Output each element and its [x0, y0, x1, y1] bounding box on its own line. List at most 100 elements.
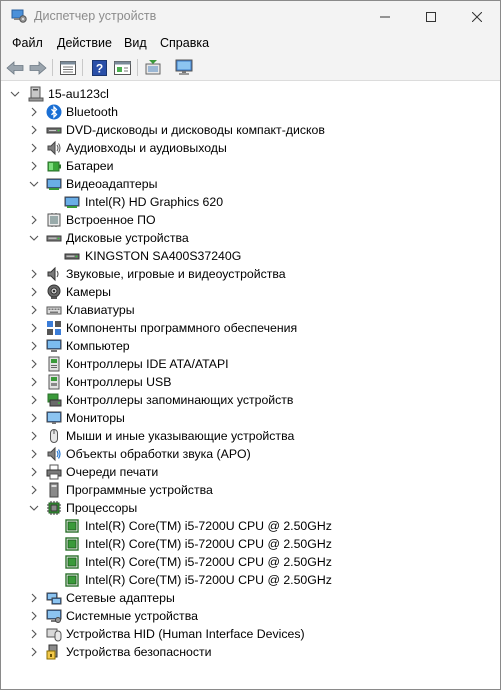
tree-category-4[interactable]: Видеоадаптеры — [1, 175, 500, 193]
minimize-icon — [380, 16, 390, 17]
category-label: Видеоадаптеры — [66, 177, 158, 191]
back-button[interactable] — [5, 58, 25, 77]
chevron-right-icon[interactable] — [28, 124, 40, 136]
tree-category-16[interactable]: Мыши и иные указывающие устройства — [1, 427, 500, 445]
tree-category-19[interactable]: Программные устройства — [1, 481, 500, 499]
tree-category-7[interactable]: Звуковые, игровые и видеоустройства — [1, 265, 500, 283]
display-adapter-device[interactable]: Intel(R) HD Graphics 620 — [1, 193, 500, 211]
forward-button[interactable] — [28, 58, 48, 77]
menu-action[interactable]: Действие — [57, 36, 112, 50]
maximize-button[interactable] — [408, 1, 454, 32]
chevron-right-icon[interactable] — [28, 358, 40, 370]
tree-category-20[interactable]: Процессоры — [1, 499, 500, 517]
chevron-down-icon[interactable] — [28, 502, 40, 514]
tree-category-24[interactable]: Устройства безопасности — [1, 643, 500, 661]
tree-category-21[interactable]: Сетевые адаптеры — [1, 589, 500, 607]
category-label: Аудиовходы и аудиовыходы — [66, 141, 227, 155]
tree-category-14[interactable]: Контроллеры запоминающих устройств — [1, 391, 500, 409]
tree-category-22[interactable]: Системные устройства — [1, 607, 500, 625]
view-panel-button[interactable] — [112, 58, 132, 77]
storage-controller-icon — [47, 393, 62, 407]
help-button[interactable]: ? — [89, 58, 109, 77]
chevron-down-icon[interactable] — [9, 88, 21, 100]
tree-category-2[interactable]: Аудиовходы и аудиовыходы — [1, 139, 500, 157]
tree-category-18[interactable]: Очереди печати — [1, 463, 500, 481]
tree-category-17[interactable]: Объекты обработки звука (APO) — [1, 445, 500, 463]
chevron-right-icon[interactable] — [28, 592, 40, 604]
toolbar: ? — [1, 54, 500, 81]
chevron-right-icon[interactable] — [28, 304, 40, 316]
chevron-down-icon[interactable] — [28, 178, 40, 190]
tree-root[interactable]: 15-au123cl — [1, 85, 500, 103]
category-label: Дисковые устройства — [66, 231, 189, 245]
tree-category-10[interactable]: Компоненты программного обеспечения — [1, 319, 500, 337]
category-label: Контроллеры IDE ATA/ATAPI — [66, 357, 229, 371]
tree-category-15[interactable]: Мониторы — [1, 409, 500, 427]
processor-icon — [47, 501, 61, 515]
tree-category-6[interactable]: Дисковые устройства — [1, 229, 500, 247]
network-adapter-icon — [46, 592, 62, 605]
tree-category-13[interactable]: Контроллеры USB — [1, 373, 500, 391]
chevron-right-icon[interactable] — [28, 430, 40, 442]
chevron-right-icon[interactable] — [28, 268, 40, 280]
chevron-right-icon[interactable] — [28, 646, 40, 658]
chevron-right-icon[interactable] — [28, 376, 40, 388]
arrow-left-icon — [6, 60, 24, 75]
processor-device[interactable]: Intel(R) Core(TM) i5-7200U CPU @ 2.50GHz — [1, 553, 500, 571]
processor-device[interactable]: Intel(R) Core(TM) i5-7200U CPU @ 2.50GHz — [1, 571, 500, 589]
properties-list-icon — [60, 60, 76, 75]
tree-category-11[interactable]: Компьютер — [1, 337, 500, 355]
chevron-right-icon[interactable] — [28, 466, 40, 478]
toolbar-separator — [137, 59, 138, 76]
title-bar[interactable]: Диспетчер устройств — [1, 1, 500, 32]
device-tree: 15-au123cl Bluetooth DVD-дисководы и диско… — [1, 82, 500, 689]
tree-category-23[interactable]: Устройства HID (Human Interface Devices) — [1, 625, 500, 643]
chevron-right-icon[interactable] — [28, 322, 40, 334]
properties-view-button[interactable] — [58, 58, 78, 77]
hid-device-icon — [46, 628, 62, 642]
category-label: Контроллеры USB — [66, 375, 172, 389]
update-driver-button[interactable] — [143, 58, 163, 77]
toolbar-separator — [52, 59, 53, 76]
chevron-right-icon[interactable] — [28, 106, 40, 118]
minimize-button[interactable] — [362, 1, 408, 32]
processor-device[interactable]: Intel(R) Core(TM) i5-7200U CPU @ 2.50GHz — [1, 535, 500, 553]
bluetooth-icon — [46, 104, 62, 120]
tree-category-1[interactable]: DVD-дисководы и дисководы компакт-дисков — [1, 121, 500, 139]
device-label: Intel(R) Core(TM) i5-7200U CPU @ 2.50GHz — [85, 573, 332, 587]
window-title: Диспетчер устройств — [34, 9, 157, 23]
close-button[interactable] — [454, 1, 500, 32]
chevron-down-icon[interactable] — [28, 232, 40, 244]
processor-device[interactable]: Intel(R) Core(TM) i5-7200U CPU @ 2.50GHz — [1, 517, 500, 535]
chevron-right-icon[interactable] — [28, 448, 40, 460]
audio-processing-icon — [47, 446, 61, 462]
menu-view[interactable]: Вид — [124, 36, 147, 50]
chevron-right-icon[interactable] — [28, 628, 40, 640]
keyboard-icon — [46, 306, 62, 315]
help-icon: ? — [91, 59, 107, 76]
category-label: Сетевые адаптеры — [66, 591, 175, 605]
chevron-right-icon[interactable] — [28, 340, 40, 352]
chevron-right-icon[interactable] — [28, 412, 40, 424]
chevron-right-icon[interactable] — [28, 286, 40, 298]
menu-file[interactable]: Файл — [12, 36, 43, 50]
chevron-right-icon[interactable] — [28, 484, 40, 496]
disk-drive-device[interactable]: KINGSTON SA400S37240G — [1, 247, 500, 265]
tree-category-12[interactable]: Контроллеры IDE ATA/ATAPI — [1, 355, 500, 373]
tree-category-3[interactable]: Батареи — [1, 157, 500, 175]
tree-category-8[interactable]: Камеры — [1, 283, 500, 301]
chevron-right-icon[interactable] — [28, 610, 40, 622]
tree-category-5[interactable]: Встроенное ПО — [1, 211, 500, 229]
usb-controller-icon — [48, 374, 60, 390]
scan-hardware-button[interactable] — [174, 58, 194, 77]
tree-category-0[interactable]: Bluetooth — [1, 103, 500, 121]
device-label: Intel(R) Core(TM) i5-7200U CPU @ 2.50GHz — [85, 519, 332, 533]
chevron-right-icon[interactable] — [28, 214, 40, 226]
computer-icon — [46, 339, 62, 352]
chevron-right-icon[interactable] — [28, 160, 40, 172]
arrow-right-icon — [29, 60, 47, 75]
tree-category-9[interactable]: Клавиатуры — [1, 301, 500, 319]
chevron-right-icon[interactable] — [28, 142, 40, 154]
chevron-right-icon[interactable] — [28, 394, 40, 406]
menu-help[interactable]: Справка — [160, 36, 209, 50]
